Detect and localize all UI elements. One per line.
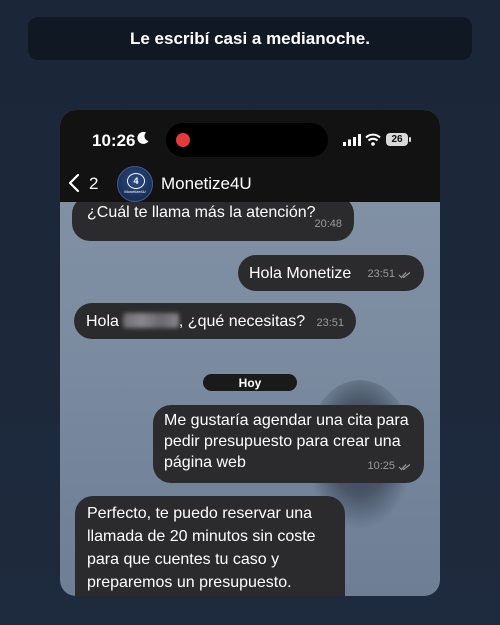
chat-header: 10:26 26 2 4 Monetize4U Monetize4U (60, 110, 440, 202)
message-incoming[interactable]: ¿Cuál te llama más la atención? 20:48 (72, 196, 354, 241)
avatar-text: Monetize4U (124, 189, 146, 194)
redacted-name (122, 313, 179, 328)
message-meta: 23:51 (316, 313, 344, 334)
message-text: Perfecto, te puedo reservar una llamada … (87, 505, 316, 591)
greeting-text: Hola (86, 313, 119, 330)
back-chevron-icon[interactable] (68, 173, 80, 193)
avatar[interactable]: 4 Monetize4U (117, 166, 153, 202)
message-meta: 20:48 (314, 214, 342, 235)
message-meta: 10:25 (367, 456, 412, 477)
message-text: Hola Monetize (249, 265, 352, 282)
battery-level: 26 (391, 134, 403, 145)
day-separator-label: Hoy (238, 375, 262, 390)
question-text: , ¿qué necesitas? (178, 313, 306, 330)
message-incoming[interactable]: Perfecto, te puedo reservar una llamada … (75, 496, 345, 596)
battery-icon: 26 (386, 133, 408, 146)
message-time: 10:25 (367, 460, 395, 472)
battery-tip (409, 137, 411, 142)
phone-screenshot: ¿Cuál te llama más la atención? 20:48 Ho… (60, 110, 440, 596)
dynamic-island (166, 123, 328, 157)
read-receipt-icon (398, 463, 411, 470)
message-time: 20:48 (314, 218, 342, 230)
signal-icon (343, 134, 361, 146)
message-outgoing[interactable]: Hola Monetize 23:51 (238, 255, 424, 291)
wifi-icon (365, 133, 381, 146)
message-time: 23:51 (367, 268, 395, 280)
read-receipt-icon (398, 271, 411, 278)
caption-text: Le escribí casi a medianoche. (129, 28, 370, 48)
message-time: 23:51 (316, 317, 344, 329)
message-text: ¿Cuál te llama más la atención? (87, 204, 316, 221)
moon-icon (137, 131, 149, 144)
day-separator: Hoy (203, 374, 297, 391)
caption-banner: Le escribí casi a medianoche. (28, 17, 472, 60)
message-outgoing[interactable]: Me gustaría agendar una cita para pedir … (153, 405, 424, 483)
contact-name[interactable]: Monetize4U (161, 174, 252, 194)
back-count[interactable]: 2 (89, 174, 98, 194)
message-meta: 23:51 (367, 264, 412, 285)
message-incoming[interactable]: Hola , ¿qué necesitas? 23:51 (74, 303, 356, 339)
logo-mark-icon: 4 (127, 173, 145, 189)
status-time: 10:26 (92, 131, 136, 150)
recording-dot-icon (176, 133, 190, 147)
message-text: Hola , ¿qué necesitas? (86, 311, 305, 332)
